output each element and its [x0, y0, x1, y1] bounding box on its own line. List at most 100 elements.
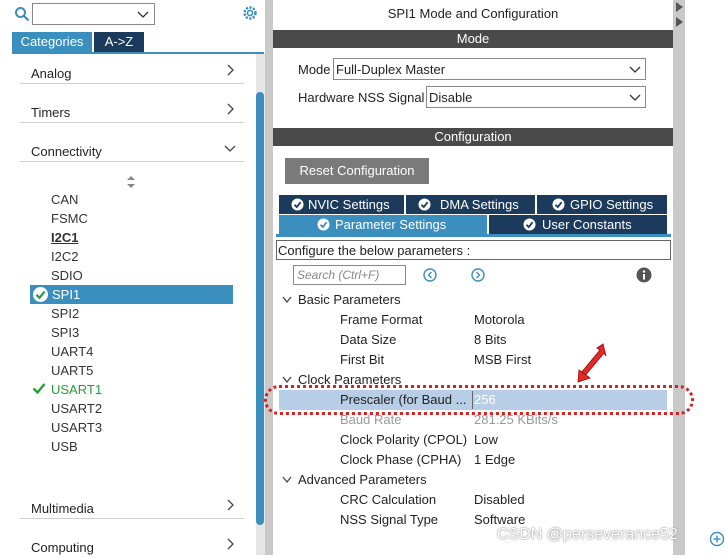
mode-label: Mode	[298, 62, 331, 77]
page-title: SPI1 Mode and Configuration	[387, 6, 559, 21]
check-circle-icon	[291, 198, 304, 211]
tab-label: GPIO Settings	[570, 197, 654, 212]
chevron-right-icon	[227, 103, 234, 115]
watermark: CSDN @perseverance52	[497, 526, 678, 543]
peripheral-i2c2[interactable]: I2C2	[51, 249, 78, 264]
peripheral-usart2[interactable]: USART2	[51, 401, 102, 416]
category-label: Analog	[31, 66, 72, 81]
tab-label: User Constants	[542, 217, 632, 232]
tab-label: NVIC Settings	[308, 197, 390, 212]
param-value[interactable]: Motorola	[474, 312, 525, 327]
configure-text: Configure the below parameters :	[278, 243, 471, 258]
category-label: Connectivity	[31, 144, 102, 159]
param-name: Data Size	[340, 332, 397, 347]
left-scroll-thumb[interactable]	[256, 92, 264, 525]
check-circle-icon	[418, 198, 431, 211]
category-analog[interactable]: Analog	[20, 54, 244, 84]
gear-icon[interactable]	[241, 4, 259, 22]
param-value[interactable]: Low	[474, 432, 498, 447]
peripheral-uart5[interactable]: UART5	[51, 363, 93, 378]
category-computing[interactable]: Computing	[20, 528, 244, 558]
param-name: Clock Polarity (CPOL)	[340, 432, 468, 447]
search-placeholder: Search (Ctrl+F)	[297, 268, 380, 282]
chevron-down-icon	[282, 376, 292, 384]
category-timers[interactable]: Timers	[20, 93, 244, 123]
peripheral-usart3[interactable]: USART3	[51, 420, 102, 435]
check-icon	[32, 383, 46, 395]
panel-divider[interactable]	[265, 0, 273, 555]
param-value[interactable]: 8 Bits	[474, 332, 507, 347]
param-name: Clock Phase (CPHA)	[340, 452, 462, 467]
chevron-right-icon	[227, 64, 234, 76]
peripheral-spi3[interactable]: SPI3	[51, 325, 79, 340]
chevron-down-icon	[282, 476, 292, 484]
peripheral-fsmc[interactable]: FSMC	[51, 211, 88, 226]
configure-instructions: Configure the below parameters :	[276, 240, 671, 260]
tab-user-constants[interactable]: User Constants	[489, 215, 668, 234]
category-connectivity[interactable]: Connectivity	[20, 132, 244, 162]
tab-gpio-settings[interactable]: GPIO Settings	[537, 195, 668, 214]
nss-select[interactable]: Disable	[426, 86, 646, 108]
group-label: Advanced Parameters	[298, 472, 427, 487]
param-value[interactable]: Software	[474, 512, 525, 527]
chevron-down-icon	[629, 66, 641, 73]
nss-label: Hardware NSS Signal	[298, 90, 425, 105]
tab-a-to-z[interactable]: A->Z	[94, 32, 144, 52]
chevron-right-icon	[227, 499, 234, 511]
category-label: Computing	[31, 540, 94, 555]
mode-select[interactable]: Full-Duplex Master	[333, 58, 646, 80]
search-icon[interactable]	[14, 6, 30, 22]
check-circle-icon	[523, 218, 536, 231]
chevron-right-icon	[227, 538, 234, 550]
category-multimedia[interactable]: Multimedia	[20, 489, 244, 519]
check-circle-icon	[552, 198, 565, 211]
tab-dma-settings[interactable]: DMA Settings	[406, 195, 536, 214]
param-value[interactable]: 1 Edge	[474, 452, 515, 467]
info-icon[interactable]	[636, 267, 652, 283]
category-label: Timers	[31, 105, 71, 120]
sort-icon[interactable]	[126, 175, 136, 189]
tab-parameter-settings[interactable]: Parameter Settings	[279, 215, 488, 234]
parameter-search-input[interactable]: Search (Ctrl+F)	[293, 265, 406, 285]
chevron-down-icon	[137, 11, 149, 18]
chevron-down-icon	[629, 94, 641, 101]
tab-nvic-settings[interactable]: NVIC Settings	[279, 195, 405, 214]
mode-header: Mode	[273, 30, 673, 48]
search-combo[interactable]	[32, 3, 155, 25]
param-name: First Bit	[340, 352, 385, 367]
check-circle-icon	[317, 218, 330, 231]
category-label: Multimedia	[31, 501, 94, 516]
nss-select-value: Disable	[429, 90, 473, 105]
peripheral-uart4[interactable]: UART4	[51, 344, 93, 359]
peripheral-spi2[interactable]: SPI2	[51, 306, 79, 321]
tab-label: DMA Settings	[440, 197, 519, 212]
plus-circle-icon	[709, 531, 725, 547]
configuration-header: Configuration	[273, 128, 673, 146]
tab-label: Parameter Settings	[335, 217, 447, 232]
param-name: Frame Format	[340, 312, 423, 327]
peripheral-sdio[interactable]: SDIO	[51, 268, 83, 283]
group-label: Basic Parameters	[298, 292, 401, 307]
red-arrow-icon	[577, 343, 607, 383]
param-name: NSS Signal Type	[340, 512, 439, 527]
peripheral-can[interactable]: CAN	[51, 192, 78, 207]
param-value[interactable]: MSB First	[474, 352, 531, 367]
reset-configuration-button[interactable]: Reset Configuration	[285, 158, 429, 184]
peripheral-label: SPI1	[52, 287, 81, 302]
right-edge-bar[interactable]	[673, 0, 685, 555]
param-value[interactable]: Disabled	[474, 492, 525, 507]
chevron-down-icon	[282, 296, 292, 304]
check-circle-icon	[33, 287, 48, 302]
mode-select-value: Full-Duplex Master	[336, 62, 446, 77]
category-list	[10, 54, 255, 555]
param-name: CRC Calculation	[340, 492, 437, 507]
previous-icon[interactable]	[423, 268, 437, 282]
collapse-arrow-icon[interactable]	[674, 0, 684, 30]
peripheral-i2c1[interactable]: I2C1	[51, 230, 78, 245]
peripheral-usart1[interactable]: USART1	[51, 382, 102, 397]
tab-categories[interactable]: Categories	[12, 32, 92, 52]
peripheral-usb[interactable]: USB	[51, 439, 78, 454]
peripheral-spi1-selected[interactable]: SPI1	[30, 285, 233, 304]
next-icon[interactable]	[471, 268, 485, 282]
highlight-annotation	[264, 385, 694, 415]
